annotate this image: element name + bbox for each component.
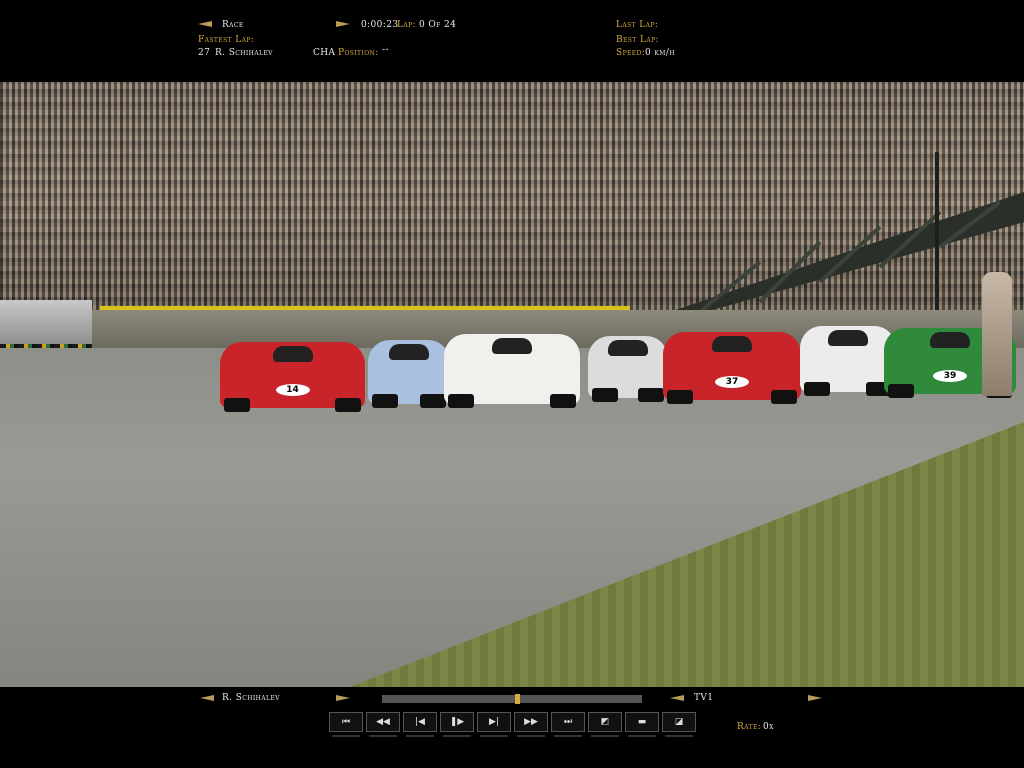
folder-icon: ▬ — [637, 717, 647, 727]
car-number: 37 — [715, 376, 749, 388]
fast-forward-button[interactable]: ▶▶ — [514, 712, 548, 737]
track-official — [982, 272, 1012, 396]
skip-to-start-button[interactable]: ⏮ — [329, 712, 363, 737]
lap-label: Lap: — [397, 20, 416, 30]
step-forward-button[interactable]: ▶| — [477, 712, 511, 737]
race-car-white-2 — [800, 326, 896, 396]
camera-prev-icon[interactable] — [670, 695, 684, 701]
driver-next-icon[interactable] — [336, 695, 350, 701]
timeline-knob[interactable] — [515, 694, 521, 704]
replay-timeline-slider[interactable] — [382, 694, 642, 704]
speed-value: 0 km/h — [645, 48, 675, 58]
rate-value: 0x — [763, 722, 774, 732]
driver-abbrev: CHA — [313, 48, 336, 58]
position-label: Position: — [338, 48, 379, 58]
session-time: 0:00:23 — [361, 20, 399, 30]
step-forward-icon: ▶| — [489, 717, 499, 727]
view-toggle-button[interactable]: ◩ — [588, 712, 622, 737]
race-car-white-1 — [444, 334, 580, 408]
top-hud: Race 0:00:23 Lap: 0 Of 24 Fastest Lap: 2… — [0, 0, 1024, 82]
fastest-lap-driver: R. Schihalev — [215, 48, 273, 58]
race-car-blue — [368, 340, 450, 408]
view-toggle-icon: ◩ — [600, 717, 610, 727]
lap-value: 0 Of 24 — [419, 20, 457, 30]
folder-button[interactable]: ▬ — [625, 712, 659, 737]
fast-forward-icon: ▶▶ — [524, 717, 538, 727]
race-car-14: 14 — [220, 342, 365, 412]
fastest-lap-label: Fastest Lap: — [198, 35, 255, 45]
race-car-37: 37 — [663, 332, 801, 404]
best-lap-label: Best Lap: — [616, 35, 659, 45]
car-number: 39 — [933, 370, 967, 382]
rewind-button[interactable]: ◀◀ — [366, 712, 400, 737]
pause-play-icon: ❚▶ — [449, 717, 465, 727]
session-prev-icon[interactable] — [198, 21, 212, 27]
footbridge — [640, 152, 1024, 322]
skip-to-end-button[interactable]: ⏭ — [551, 712, 585, 737]
fastest-lap-number: 27 — [198, 48, 211, 58]
camera-label: TV1 — [694, 693, 714, 703]
session-label: Race — [222, 20, 244, 30]
car-number: 14 — [275, 384, 310, 396]
exit-icon: ◪ — [674, 717, 684, 727]
step-back-icon: |◀ — [415, 717, 425, 727]
exit-button[interactable]: ◪ — [662, 712, 696, 737]
rate-label: Rate: — [737, 722, 762, 732]
last-lap-label: Last Lap: — [616, 20, 659, 30]
race-scene: 14 37 39 — [0, 82, 1024, 687]
replay-driver: R. Schihalev — [222, 693, 280, 703]
driver-prev-icon[interactable] — [200, 695, 214, 701]
session-next-icon[interactable] — [336, 21, 350, 27]
speed-label: Speed: — [616, 48, 646, 58]
camera-next-icon[interactable] — [808, 695, 822, 701]
skip-to-start-icon: ⏮ — [341, 717, 351, 727]
position-value: -- — [382, 45, 389, 55]
pause-play-button[interactable]: ❚▶ — [440, 712, 474, 737]
skip-to-end-icon: ⏭ — [563, 717, 573, 727]
race-car-silver — [588, 336, 668, 402]
step-back-button[interactable]: |◀ — [403, 712, 437, 737]
rewind-icon: ◀◀ — [376, 717, 390, 727]
